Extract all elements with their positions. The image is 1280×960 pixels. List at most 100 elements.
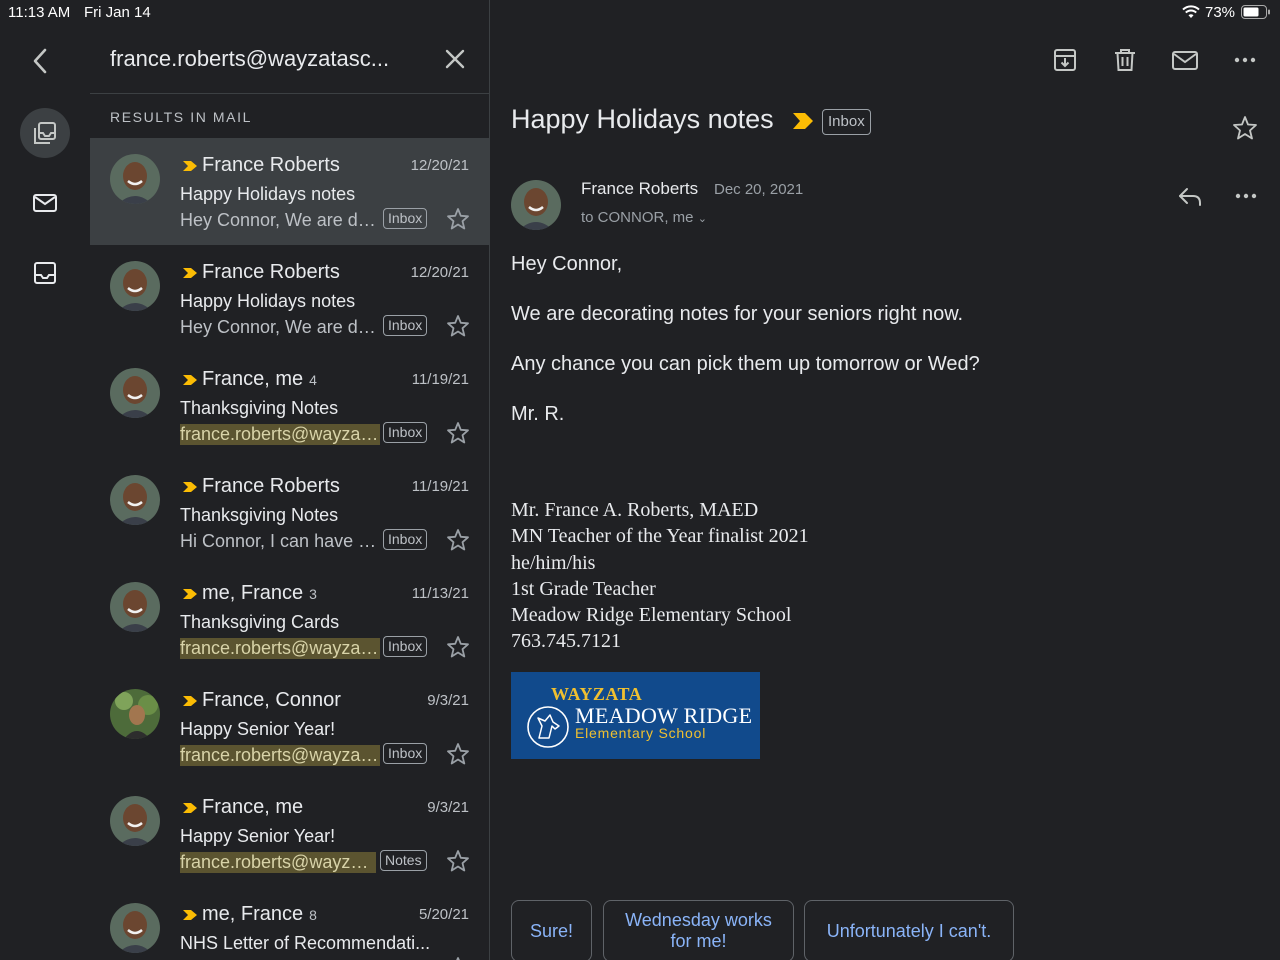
message-list-item[interactable]: France Roberts 11/19/21 Thanksgiving Notes… bbox=[90, 459, 489, 566]
message-more-icon[interactable] bbox=[1232, 182, 1260, 210]
list-subject: Happy Senior Year! bbox=[180, 719, 336, 739]
signature-line: 763.745.7121 bbox=[511, 630, 621, 653]
sender-avatar[interactable] bbox=[110, 154, 160, 204]
star-icon[interactable] bbox=[445, 527, 471, 553]
archive-icon[interactable] bbox=[1051, 46, 1079, 74]
star-icon[interactable] bbox=[445, 741, 471, 767]
important-marker-icon[interactable] bbox=[182, 588, 198, 600]
star-icon[interactable] bbox=[445, 420, 471, 446]
list-snippet: Hey Connor, We are decorating notes for … bbox=[180, 317, 380, 337]
logo-line-1: WAYZATA bbox=[551, 684, 643, 704]
message-label-chip[interactable]: Inbox bbox=[822, 109, 871, 135]
label-chip[interactable]: Inbox bbox=[383, 422, 428, 443]
message-list-item[interactable]: me, France 8 5/20/21 NHS Letter of Recommen… bbox=[90, 887, 489, 960]
list-subject: Thanksgiving Notes bbox=[180, 398, 339, 418]
list-sender: France Roberts bbox=[202, 475, 340, 497]
important-marker-icon[interactable] bbox=[182, 481, 198, 493]
more-options-icon[interactable] bbox=[1231, 46, 1259, 74]
important-marker-icon[interactable] bbox=[182, 695, 198, 707]
smart-reply-wednesday[interactable]: Wednesday works for me! bbox=[603, 900, 794, 960]
list-date: 11/19/21 bbox=[411, 371, 469, 388]
list-subject: Thanksgiving Cards bbox=[180, 612, 340, 632]
results-section-label: RESULTS IN MAIL bbox=[110, 109, 252, 125]
list-subject: Happy Senior Year! bbox=[180, 826, 336, 846]
important-marker-icon[interactable] bbox=[182, 909, 198, 921]
list-date: 12/20/21 bbox=[410, 264, 469, 281]
message-list-item[interactable]: France, Connor 9/3/21 Happy Senior Year! fr… bbox=[90, 673, 489, 780]
list-subject: Happy Holidays notes bbox=[180, 291, 356, 311]
battery-icon bbox=[1241, 5, 1270, 19]
label-chip[interactable]: Inbox bbox=[383, 529, 428, 550]
search-query[interactable]: france.roberts@wayzatasc... bbox=[110, 46, 389, 72]
list-sender: France Roberts bbox=[202, 261, 340, 283]
smart-reply-cant[interactable]: Unfortunately I can't. bbox=[804, 900, 1014, 960]
label-chip[interactable]: Notes bbox=[380, 850, 427, 871]
label-chip[interactable]: Inbox bbox=[383, 743, 428, 764]
list-date: 11/19/21 bbox=[411, 478, 469, 495]
email-signature: Mr. France A. Roberts, MAED MN Teacher o… bbox=[511, 497, 809, 655]
search-results-pane: france.roberts@wayzatasc... RESULTS IN M… bbox=[90, 24, 489, 960]
sender-avatar[interactable] bbox=[511, 180, 561, 230]
list-sender: France, me bbox=[202, 796, 304, 818]
list-date: 12/20/21 bbox=[410, 157, 469, 174]
sender-avatar[interactable] bbox=[110, 261, 160, 311]
signature-line: Meadow Ridge Elementary School bbox=[511, 604, 792, 627]
all-mail-button[interactable] bbox=[20, 108, 70, 158]
list-snippet: france.roberts@wayzatasc bbox=[180, 638, 380, 659]
message-recipients[interactable]: to CONNOR, me ⌄ bbox=[581, 209, 707, 226]
list-date: 5/20/21 bbox=[418, 906, 469, 923]
message-list-item[interactable]: me, France 3 11/13/21 Thanksgiving Cards fra… bbox=[90, 566, 489, 673]
inbox-button[interactable] bbox=[20, 248, 70, 298]
status-date: Fri Jan 14 bbox=[84, 4, 151, 21]
message-list-item[interactable]: France, me 9/3/21 Happy Senior Year! france… bbox=[90, 780, 489, 887]
sender-avatar[interactable] bbox=[110, 796, 160, 846]
list-sender: France Roberts bbox=[202, 154, 340, 176]
sender-avatar[interactable] bbox=[110, 368, 160, 418]
important-marker-icon[interactable] bbox=[182, 267, 198, 279]
star-icon[interactable] bbox=[445, 206, 471, 232]
signature-line: 1st Grade Teacher bbox=[511, 577, 656, 600]
thread-count: 8 bbox=[309, 907, 317, 923]
star-icon[interactable] bbox=[445, 634, 471, 660]
mark-unread-icon[interactable] bbox=[1171, 46, 1199, 74]
inbox-icon bbox=[34, 262, 56, 284]
sender-avatar[interactable] bbox=[110, 689, 160, 739]
label-chip[interactable]: Inbox bbox=[383, 315, 428, 336]
label-chip[interactable]: Inbox bbox=[383, 208, 428, 229]
list-snippet: france.roberts@wayzatasc bbox=[180, 745, 380, 766]
smart-reply-sure[interactable]: Sure! bbox=[511, 900, 592, 960]
sender-avatar[interactable] bbox=[110, 582, 160, 632]
message-list-item[interactable]: France, me 4 11/19/21 Thanksgiving Notes fra… bbox=[90, 352, 489, 459]
navigation-rail bbox=[0, 24, 90, 960]
all-inboxes-icon bbox=[34, 122, 56, 144]
sender-avatar[interactable] bbox=[110, 903, 160, 953]
message-list-item[interactable]: France Roberts 12/20/21 Happy Holidays not… bbox=[90, 138, 489, 245]
mail-icon bbox=[33, 194, 57, 212]
list-subject: NHS Letter of Recommendati... bbox=[180, 933, 431, 953]
battery-percent: 73% bbox=[1205, 4, 1236, 21]
star-icon[interactable] bbox=[445, 955, 471, 960]
close-icon[interactable] bbox=[442, 46, 468, 72]
message-list-item[interactable]: France Roberts 12/20/21 Happy Holidays not… bbox=[90, 245, 489, 352]
star-icon[interactable] bbox=[445, 848, 471, 874]
back-arrow-icon[interactable] bbox=[26, 46, 56, 76]
important-marker-icon[interactable] bbox=[182, 374, 198, 386]
list-snippet: france.roberts@wayzatasc bbox=[180, 424, 380, 445]
reply-icon[interactable] bbox=[1176, 182, 1204, 210]
important-marker-icon[interactable] bbox=[792, 112, 814, 130]
mustang-logo-icon bbox=[527, 706, 569, 748]
mail-button[interactable] bbox=[20, 178, 70, 228]
message-sender: France Roberts bbox=[581, 179, 699, 198]
logo-line-3: Elementary School bbox=[575, 725, 707, 741]
important-marker-icon[interactable] bbox=[182, 802, 198, 814]
list-subject: Thanksgiving Notes bbox=[180, 505, 339, 525]
label-chip[interactable]: Inbox bbox=[383, 636, 428, 657]
star-icon[interactable] bbox=[445, 313, 471, 339]
signature-line: MN Teacher of the Year finalist 2021 bbox=[511, 525, 809, 548]
star-icon[interactable] bbox=[1231, 114, 1259, 142]
trash-icon[interactable] bbox=[1111, 46, 1139, 74]
important-marker-icon[interactable] bbox=[182, 160, 198, 172]
search-header: france.roberts@wayzatasc... bbox=[90, 24, 489, 94]
sender-avatar[interactable] bbox=[110, 475, 160, 525]
thread-count: 3 bbox=[309, 586, 317, 602]
